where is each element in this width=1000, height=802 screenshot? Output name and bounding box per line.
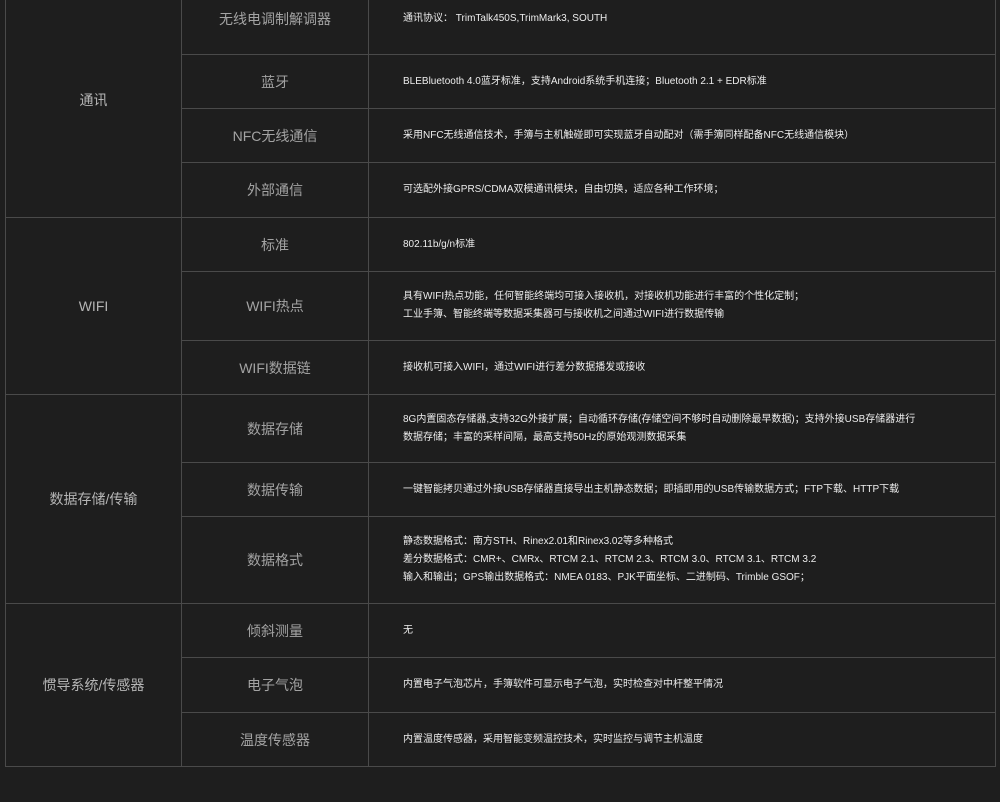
description-line: 可选配外接GPRS/CDMA双模通讯模块，自由切换，适应各种工作环境； <box>403 184 724 195</box>
item-cell: 数据格式 <box>181 516 369 604</box>
description-line: 内置电子气泡芯片，手簿软件可显示电子气泡，实时检查对中杆整平情况 <box>403 679 723 690</box>
description-cell: 静态数据格式：南方STH、Rinex2.01和Rinex3.02等多种格式差分数… <box>368 516 996 604</box>
description-cell: 内置电子气泡芯片，手簿软件可显示电子气泡，实时检查对中杆整平情况 <box>368 657 996 713</box>
description-line: 差分数据格式：CMR+、CMRx、RTCM 2.1、RTCM 2.3、RTCM … <box>403 554 817 565</box>
item-cell: 无线电调制解调器 <box>181 0 369 55</box>
description-line: 静态数据格式：南方STH、Rinex2.01和Rinex3.02等多种格式 <box>403 536 674 547</box>
description-line: 接收机可接入WIFI，通过WIFI进行差分数据播发或接收 <box>403 361 646 373</box>
description-line: 8G内置固态存储器,支持32G外接扩展；自动循环存储(存储空间不够时自动删除最早… <box>403 413 916 425</box>
description-line: 数据存储；丰富的采样间隔，最高支持50Hz的原始观测数据采集 <box>403 431 687 443</box>
table-row: 数据存储/传输 数据存储 8G内置固态存储器,支持32G外接扩展；自动循环存储(存储… <box>5 394 996 604</box>
table-row: 惯导系统/传感器 倾斜测量 无 <box>5 603 996 767</box>
spec-table: 通讯 无线电调制解调器 通讯协议： TrimTalk450S,TrimMark3, … <box>5 0 996 767</box>
description-line: 802.11b/g/n标准 <box>403 238 476 250</box>
description-line: 无 <box>403 624 413 636</box>
item-cell: WIFI数据链 <box>181 340 369 395</box>
description-line: 内置温度传感器，采用智能变频温控技术，实时监控与调节主机温度 <box>403 733 703 745</box>
category-cell: WIFI <box>5 217 182 395</box>
item-cell: WIFI热点 <box>181 271 369 341</box>
description-line: 输入和输出；GPS输出数据格式：NMEA 0183、PJK平面坐标、二进制码、T… <box>403 572 810 583</box>
description-cell: 一键智能拷贝通过外接USB存储器直接导出主机静态数据；即插即用的USB传输数据方… <box>368 462 996 517</box>
description-cell: 无 <box>368 603 996 658</box>
description-cell: 802.11b/g/n标准 <box>368 217 996 272</box>
item-cell: 数据传输 <box>181 462 369 517</box>
description-line: BLEBluetooth 4.0蓝牙标准，支持Android系统手机连接；Blu… <box>403 75 767 87</box>
description-cell: 具有WIFI热点功能，任何智能终端均可接入接收机，对接收机功能进行丰富的个性化定… <box>368 271 996 341</box>
item-cell: 电子气泡 <box>181 657 369 713</box>
description-cell: 通讯协议： TrimTalk450S,TrimMark3, SOUTH <box>368 0 996 55</box>
description-cell: 接收机可接入WIFI，通过WIFI进行差分数据播发或接收 <box>368 340 996 395</box>
description-line: 具有WIFI热点功能，任何智能终端均可接入接收机，对接收机功能进行丰富的个性化定… <box>403 291 805 302</box>
description-line: 工业手簿、智能终端等数据采集器可与接收机之间通过WIFI进行数据传输 <box>403 309 725 320</box>
item-cell: 数据存储 <box>181 394 369 463</box>
description-line: 采用NFC无线通信技术，手簿与主机触碰即可实现蓝牙自动配对（需手簿同样配备NFC… <box>403 129 855 141</box>
description-line: 一键智能拷贝通过外接USB存储器直接导出主机静态数据；即插即用的USB传输数据方… <box>403 483 900 495</box>
description-cell: 8G内置固态存储器,支持32G外接扩展；自动循环存储(存储空间不够时自动删除最早… <box>368 394 996 463</box>
item-cell: 外部通信 <box>181 162 369 218</box>
item-cell: 温度传感器 <box>181 712 369 767</box>
description-cell: 采用NFC无线通信技术，手簿与主机触碰即可实现蓝牙自动配对（需手簿同样配备NFC… <box>368 108 996 163</box>
category-cell: 数据存储/传输 <box>5 394 182 604</box>
item-cell: NFC无线通信 <box>181 108 369 163</box>
category-cell: 通讯 <box>5 0 182 218</box>
table-row: 通讯 无线电调制解调器 通讯协议： TrimTalk450S,TrimMark3, … <box>5 0 996 218</box>
description-cell: 可选配外接GPRS/CDMA双模通讯模块，自由切换，适应各种工作环境； <box>368 162 996 218</box>
description-cell: BLEBluetooth 4.0蓝牙标准，支持Android系统手机连接；Blu… <box>368 54 996 109</box>
item-cell: 倾斜测量 <box>181 603 369 658</box>
item-cell: 标准 <box>181 217 369 272</box>
item-cell: 蓝牙 <box>181 54 369 109</box>
spec-table-body: 通讯 无线电调制解调器 通讯协议： TrimTalk450S,TrimMark3, … <box>5 0 996 767</box>
description-line: 通讯协议： TrimTalk450S,TrimMark3, SOUTH <box>403 12 608 24</box>
description-cell: 内置温度传感器，采用智能变频温控技术，实时监控与调节主机温度 <box>368 712 996 767</box>
table-row: WIFI 标准 802.11b/g/n标准 <box>5 217 996 395</box>
category-cell: 惯导系统/传感器 <box>5 603 182 767</box>
